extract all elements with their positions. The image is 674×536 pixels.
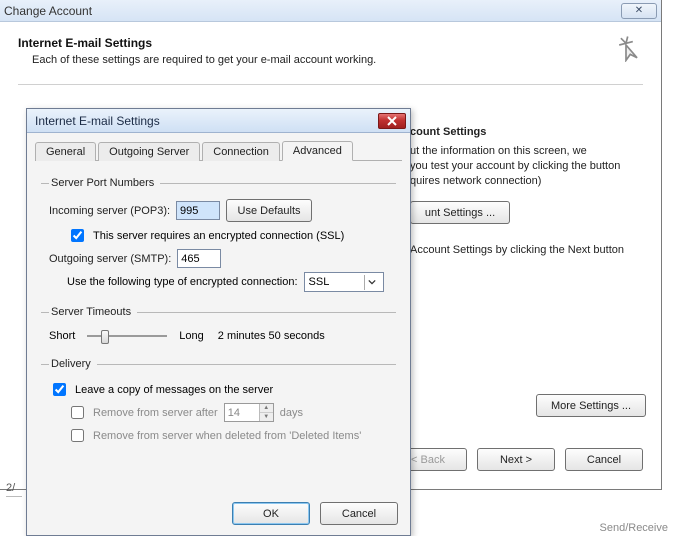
use-defaults-button[interactable]: Use Defaults (226, 199, 312, 222)
outgoing-server-port-input[interactable] (177, 249, 221, 268)
dialog-cancel-button[interactable]: Cancel (320, 502, 398, 525)
account-settings-desc: you test your account by clicking the bu… (410, 159, 646, 174)
server-timeouts-legend: Server Timeouts (49, 306, 137, 318)
email-settings-dialog: Internet E-mail Settings General Outgoin… (26, 108, 411, 536)
tab-outgoing-server[interactable]: Outgoing Server (98, 142, 200, 161)
remove-when-deleted-label: Remove from server when deleted from 'De… (93, 430, 361, 442)
ssl-required-label: This server requires an encrypted connec… (93, 230, 344, 242)
cancel-button[interactable]: Cancel (565, 448, 643, 471)
remove-after-label-post: days (280, 407, 303, 419)
dialog-close-button[interactable] (378, 113, 406, 129)
page-header-title: Internet E-mail Settings (18, 36, 643, 50)
account-settings-desc: ut the information on this screen, we (410, 144, 646, 159)
partial-tab-label: 2/ (6, 482, 22, 497)
remove-after-label-pre: Remove from server after (93, 407, 218, 419)
ok-button[interactable]: OK (232, 502, 310, 525)
dialog-title: Internet E-mail Settings (35, 114, 378, 128)
test-account-settings-button[interactable]: unt Settings ... (410, 201, 510, 224)
leave-copy-checkbox[interactable] (53, 383, 66, 396)
server-port-numbers-group: Server Port Numbers Incoming server (POP… (41, 177, 396, 296)
tab-advanced[interactable]: Advanced (282, 141, 353, 161)
incoming-server-label: Incoming server (POP3): (49, 205, 170, 217)
leave-copy-label: Leave a copy of messages on the server (75, 384, 273, 396)
more-settings-button[interactable]: More Settings ... (536, 394, 646, 417)
account-settings-note: Account Settings by clicking the Next bu… (410, 244, 646, 256)
next-button[interactable]: Next > (477, 448, 555, 471)
timeout-slider[interactable] (87, 328, 167, 344)
ssl-required-checkbox[interactable] (71, 229, 84, 242)
outgoing-server-label: Outgoing server (SMTP): (49, 253, 171, 265)
account-settings-panel: count Settings ut the information on thi… (410, 126, 646, 256)
account-settings-desc: quires network connection) (410, 174, 646, 189)
outer-window-title: Change Account (4, 4, 621, 18)
cursor-star-icon (609, 28, 643, 65)
timeout-long-label: Long (179, 330, 203, 342)
server-timeouts-group: Server Timeouts Short Long 2 minutes 50 … (41, 306, 396, 348)
tabstrip: General Outgoing Server Connection Advan… (35, 139, 402, 161)
delivery-group: Delivery Leave a copy of messages on the… (41, 358, 396, 449)
server-port-numbers-legend: Server Port Numbers (49, 177, 160, 189)
account-settings-heading: count Settings (410, 126, 646, 138)
tab-connection[interactable]: Connection (202, 142, 280, 161)
timeout-value: 2 minutes 50 seconds (218, 330, 325, 342)
remove-when-deleted-checkbox[interactable] (71, 429, 84, 442)
status-send-receive: Send/Receive (600, 522, 669, 534)
outer-close-button[interactable]: ✕ (621, 3, 657, 19)
remove-after-days-input[interactable] (225, 404, 259, 421)
encrypted-connection-label: Use the following type of encrypted conn… (67, 276, 298, 288)
delivery-legend: Delivery (49, 358, 97, 370)
remove-after-days-spin[interactable]: ▲▼ (224, 403, 274, 422)
timeout-short-label: Short (49, 330, 75, 342)
page-header-subtitle: Each of these settings are required to g… (32, 54, 643, 66)
remove-after-checkbox[interactable] (71, 406, 84, 419)
incoming-server-port-input[interactable] (176, 201, 220, 220)
dialog-titlebar: Internet E-mail Settings (27, 109, 410, 133)
chevron-down-icon (364, 275, 379, 290)
encrypted-connection-select[interactable]: SSL (304, 272, 384, 292)
outer-titlebar: Change Account ✕ (0, 0, 661, 22)
encrypted-connection-value: SSL (309, 276, 330, 288)
tab-general[interactable]: General (35, 142, 96, 161)
